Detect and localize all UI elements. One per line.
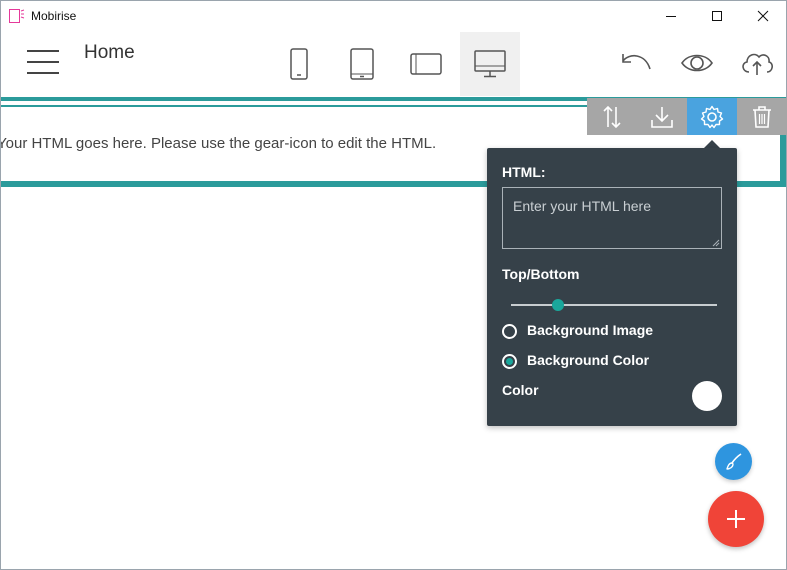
block-actions-bar — [587, 98, 787, 135]
hamburger-line — [27, 61, 59, 63]
resize-grip-icon[interactable] — [712, 239, 720, 247]
color-label: Color — [502, 382, 539, 398]
tablet-icon — [350, 48, 374, 80]
background-color-radio[interactable] — [502, 354, 517, 369]
html-input[interactable] — [502, 187, 722, 249]
background-image-radio[interactable] — [502, 324, 517, 339]
add-block-button[interactable] — [708, 491, 764, 547]
undo-icon — [622, 54, 651, 70]
plus-icon — [727, 510, 745, 528]
hamburger-line — [27, 72, 59, 74]
html-field-label: HTML: — [502, 164, 546, 180]
move-block-button[interactable] — [587, 98, 637, 135]
block-content-text: Your HTML goes here. Please use the gear… — [1, 135, 437, 152]
minimize-button[interactable] — [648, 1, 694, 31]
tablet-view-button[interactable] — [332, 32, 392, 96]
app-window: Mobirise Home Your HTML goes here. Pleas… — [0, 0, 787, 570]
delete-block-button[interactable] — [737, 98, 787, 135]
tablet-landscape-icon — [410, 53, 442, 75]
top-bottom-slider-handle[interactable] — [552, 299, 565, 311]
undo-button[interactable] — [618, 48, 654, 78]
background-color-label[interactable]: Background Color — [527, 352, 649, 368]
background-image-label[interactable]: Background Image — [527, 322, 653, 338]
paintbrush-icon — [725, 452, 741, 470]
desktop-icon — [474, 50, 506, 78]
window-title: Mobirise — [31, 9, 77, 23]
maximize-button[interactable] — [694, 1, 740, 31]
menu-button[interactable] — [27, 50, 59, 76]
preview-button[interactable] — [679, 48, 715, 78]
cloud-upload-icon — [742, 53, 773, 75]
close-icon — [757, 10, 769, 22]
top-bottom-label: Top/Bottom — [502, 266, 580, 282]
save-block-button[interactable] — [637, 98, 687, 135]
gear-icon — [700, 105, 724, 128]
tablet-landscape-view-button[interactable] — [396, 32, 456, 96]
download-icon — [651, 106, 673, 128]
desktop-view-button[interactable] — [460, 32, 520, 96]
reorder-arrows-icon — [603, 105, 621, 128]
trash-icon — [753, 105, 771, 128]
site-styles-button[interactable] — [715, 443, 752, 480]
publish-button[interactable] — [739, 48, 775, 78]
title-bar: Mobirise — [1, 1, 786, 31]
eye-icon — [681, 54, 713, 72]
page-title[interactable]: Home — [84, 42, 135, 64]
close-button[interactable] — [740, 1, 786, 31]
color-picker-swatch[interactable] — [692, 381, 722, 411]
app-toolbar: Home — [1, 31, 786, 97]
block-settings-button[interactable] — [687, 98, 737, 135]
hamburger-line — [27, 50, 59, 52]
minimize-icon — [666, 16, 676, 17]
top-bottom-slider-track[interactable] — [511, 304, 717, 306]
mobile-view-button[interactable] — [269, 32, 329, 96]
mobirise-logo-icon — [9, 9, 25, 23]
popover-arrow — [704, 140, 720, 148]
phone-icon — [290, 48, 308, 80]
block-settings-panel: HTML: Top/Bottom Background Image Backgr… — [487, 148, 737, 426]
maximize-icon — [712, 11, 722, 21]
